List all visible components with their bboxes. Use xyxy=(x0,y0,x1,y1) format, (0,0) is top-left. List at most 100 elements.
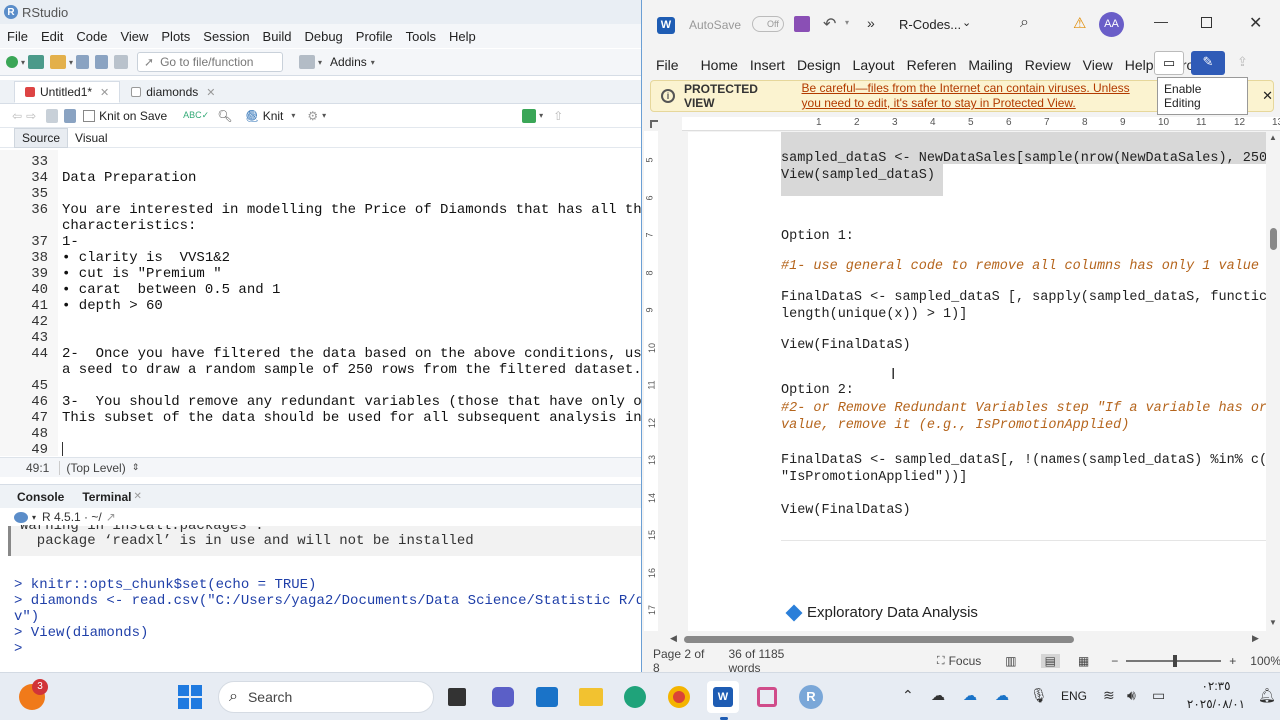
teams-icon[interactable] xyxy=(487,681,519,713)
save-icon[interactable] xyxy=(794,16,810,32)
ribbon-review[interactable]: Review xyxy=(1025,57,1071,73)
tab-diamonds[interactable]: diamonds ✕ xyxy=(120,81,226,103)
dropdown-icon[interactable]: ▾ xyxy=(69,58,73,67)
menu-profile[interactable]: Profile xyxy=(356,29,393,44)
new-file-icon[interactable] xyxy=(6,56,18,68)
start-button[interactable] xyxy=(174,681,206,713)
scroll-left-icon[interactable]: ◀ xyxy=(670,633,677,644)
wifi-icon[interactable]: ≋ xyxy=(1103,687,1115,704)
menu-debug[interactable]: Debug xyxy=(304,29,342,44)
back-icon[interactable]: ⇦ xyxy=(12,109,22,123)
save-icon[interactable] xyxy=(76,55,90,69)
scroll-down-icon[interactable]: ▼ xyxy=(1269,618,1277,627)
vertical-scrollbar[interactable]: ▲ ▼ xyxy=(1266,132,1280,631)
clock-date[interactable]: ٢٠٢٥/٠٨/٠١ xyxy=(1182,697,1250,711)
dropdown-icon[interactable]: ▾ xyxy=(371,58,375,67)
menu-code[interactable]: Code xyxy=(76,29,107,44)
user-avatar[interactable]: AA xyxy=(1099,12,1124,37)
ribbon-layout[interactable]: Layout xyxy=(853,57,895,73)
dropdown-icon[interactable]: ▾ xyxy=(845,18,849,27)
save-all-icon[interactable] xyxy=(95,55,109,69)
ribbon-help[interactable]: Help xyxy=(1125,57,1154,73)
snipping-tool-icon[interactable] xyxy=(751,681,783,713)
language-indicator[interactable]: ENG xyxy=(1061,689,1087,703)
search-icon[interactable]: ⌕ xyxy=(1020,14,1029,32)
print-icon[interactable] xyxy=(114,55,129,69)
scrollbar-thumb[interactable] xyxy=(684,636,1074,643)
file-explorer-icon[interactable] xyxy=(575,681,607,713)
show-in-window-icon[interactable] xyxy=(46,108,59,123)
code-editor[interactable]: 33 34 35 36 37 38 39 40 41 42 43 44 45 46 47 48 49 Data … xyxy=(0,150,641,456)
page-info[interactable]: Page 2 of 8 xyxy=(653,647,713,675)
knit-button[interactable]: Knit xyxy=(263,109,284,123)
tab-selector-icon[interactable] xyxy=(650,120,658,128)
read-mode-icon[interactable]: ▥ xyxy=(1005,654,1016,668)
protected-view-message[interactable]: Be careful—files from the Internet can c… xyxy=(802,81,1149,111)
menu-edit[interactable]: Edit xyxy=(41,29,63,44)
source-mode-button[interactable]: Source xyxy=(14,127,69,148)
ribbon-references[interactable]: Referen xyxy=(907,57,957,73)
close-icon[interactable]: ✕ xyxy=(206,86,215,99)
share-icon[interactable]: ⇪ xyxy=(1237,54,1248,70)
rstudio-taskbar-icon[interactable]: R xyxy=(795,681,827,713)
focus-icon[interactable]: ⛶ xyxy=(937,655,945,668)
menu-help[interactable]: Help xyxy=(449,29,476,44)
gear-icon[interactable]: ⚙ xyxy=(307,109,318,123)
store-icon[interactable] xyxy=(531,681,563,713)
menu-view[interactable]: View xyxy=(120,29,148,44)
minimize-icon[interactable]: — xyxy=(1154,13,1168,29)
chevron-up-icon[interactable]: ⌃ xyxy=(902,687,914,704)
print-layout-icon[interactable]: ▤ xyxy=(1040,654,1060,668)
ribbon-mailings[interactable]: Mailing xyxy=(968,57,1012,73)
menu-tools[interactable]: Tools xyxy=(406,29,436,44)
search-icon[interactable]: 🔍︎ xyxy=(217,109,232,123)
undo-icon[interactable]: ↶ xyxy=(823,14,836,34)
scroll-right-icon[interactable]: ▶ xyxy=(1252,633,1259,644)
ribbon-insert[interactable]: Insert xyxy=(750,57,785,73)
task-view-icon[interactable] xyxy=(441,681,473,713)
dropdown-icon[interactable]: ▾ xyxy=(318,58,322,67)
menu-plots[interactable]: Plots xyxy=(161,29,190,44)
microphone-icon[interactable]: 🎙︎ xyxy=(1030,687,1048,704)
dropdown-icon[interactable]: ▾ xyxy=(21,58,25,67)
go-to-directory-icon[interactable]: ↗ xyxy=(106,510,116,524)
console-output[interactable]: Warning in install.packages : package ‘r… xyxy=(0,525,641,666)
warning-icon[interactable]: ⚠ xyxy=(1073,14,1086,32)
word-taskbar-icon[interactable]: W xyxy=(707,681,739,713)
open-folder-icon[interactable] xyxy=(50,55,67,69)
comments-icon[interactable]: ▭ xyxy=(1154,51,1184,75)
menu-file[interactable]: File xyxy=(7,29,28,44)
network-off-icon[interactable]: ☁ xyxy=(931,687,945,704)
zoom-out-icon[interactable]: − xyxy=(1111,654,1118,668)
addins-menu[interactable]: Addins xyxy=(330,55,367,69)
insert-chunk-icon[interactable] xyxy=(522,108,537,123)
taskbar-search[interactable]: ⌕ Search xyxy=(218,681,434,713)
menu-session[interactable]: Session xyxy=(203,29,249,44)
zoom-slider[interactable] xyxy=(1126,655,1222,667)
tab-console[interactable]: Console xyxy=(8,490,73,504)
notification-bell-icon[interactable]: 🔔︎ xyxy=(1258,687,1276,704)
scroll-up-icon[interactable]: ▲ xyxy=(1269,133,1277,142)
clock-time[interactable]: ٠٢:٣٥ xyxy=(1185,679,1247,693)
dropdown-icon[interactable]: ▾ xyxy=(322,111,326,120)
dropdown-icon[interactable]: ▾ xyxy=(32,513,36,522)
onedrive-business-icon[interactable]: ☁ xyxy=(995,687,1009,704)
web-layout-icon[interactable]: ▦ xyxy=(1078,654,1089,668)
spellcheck-icon[interactable]: ABC✓ xyxy=(183,110,209,121)
close-icon[interactable]: ✕ xyxy=(1262,88,1273,104)
focus-button[interactable]: Focus xyxy=(949,654,982,668)
go-up-icon[interactable]: ⇧ xyxy=(553,109,563,123)
zoom-slider-thumb[interactable] xyxy=(1173,655,1178,667)
close-icon[interactable]: ✕ xyxy=(100,86,109,99)
battery-icon[interactable]: ▭ xyxy=(1152,687,1165,704)
document-title[interactable]: R-Codes... xyxy=(899,17,961,32)
knit-icon[interactable]: 🧶︎ xyxy=(244,109,259,123)
menu-build[interactable]: Build xyxy=(263,29,292,44)
zoom-in-icon[interactable]: + xyxy=(1229,654,1236,668)
zoom-level[interactable]: 100% xyxy=(1250,654,1280,668)
close-icon[interactable]: ✕ xyxy=(133,491,141,502)
go-to-file-input[interactable]: ➚ Go to file/function xyxy=(137,52,284,72)
more-commands-icon[interactable]: » xyxy=(867,15,875,31)
scrollbar-thumb[interactable] xyxy=(1270,228,1277,250)
tab-terminal[interactable]: Terminal xyxy=(73,490,133,504)
